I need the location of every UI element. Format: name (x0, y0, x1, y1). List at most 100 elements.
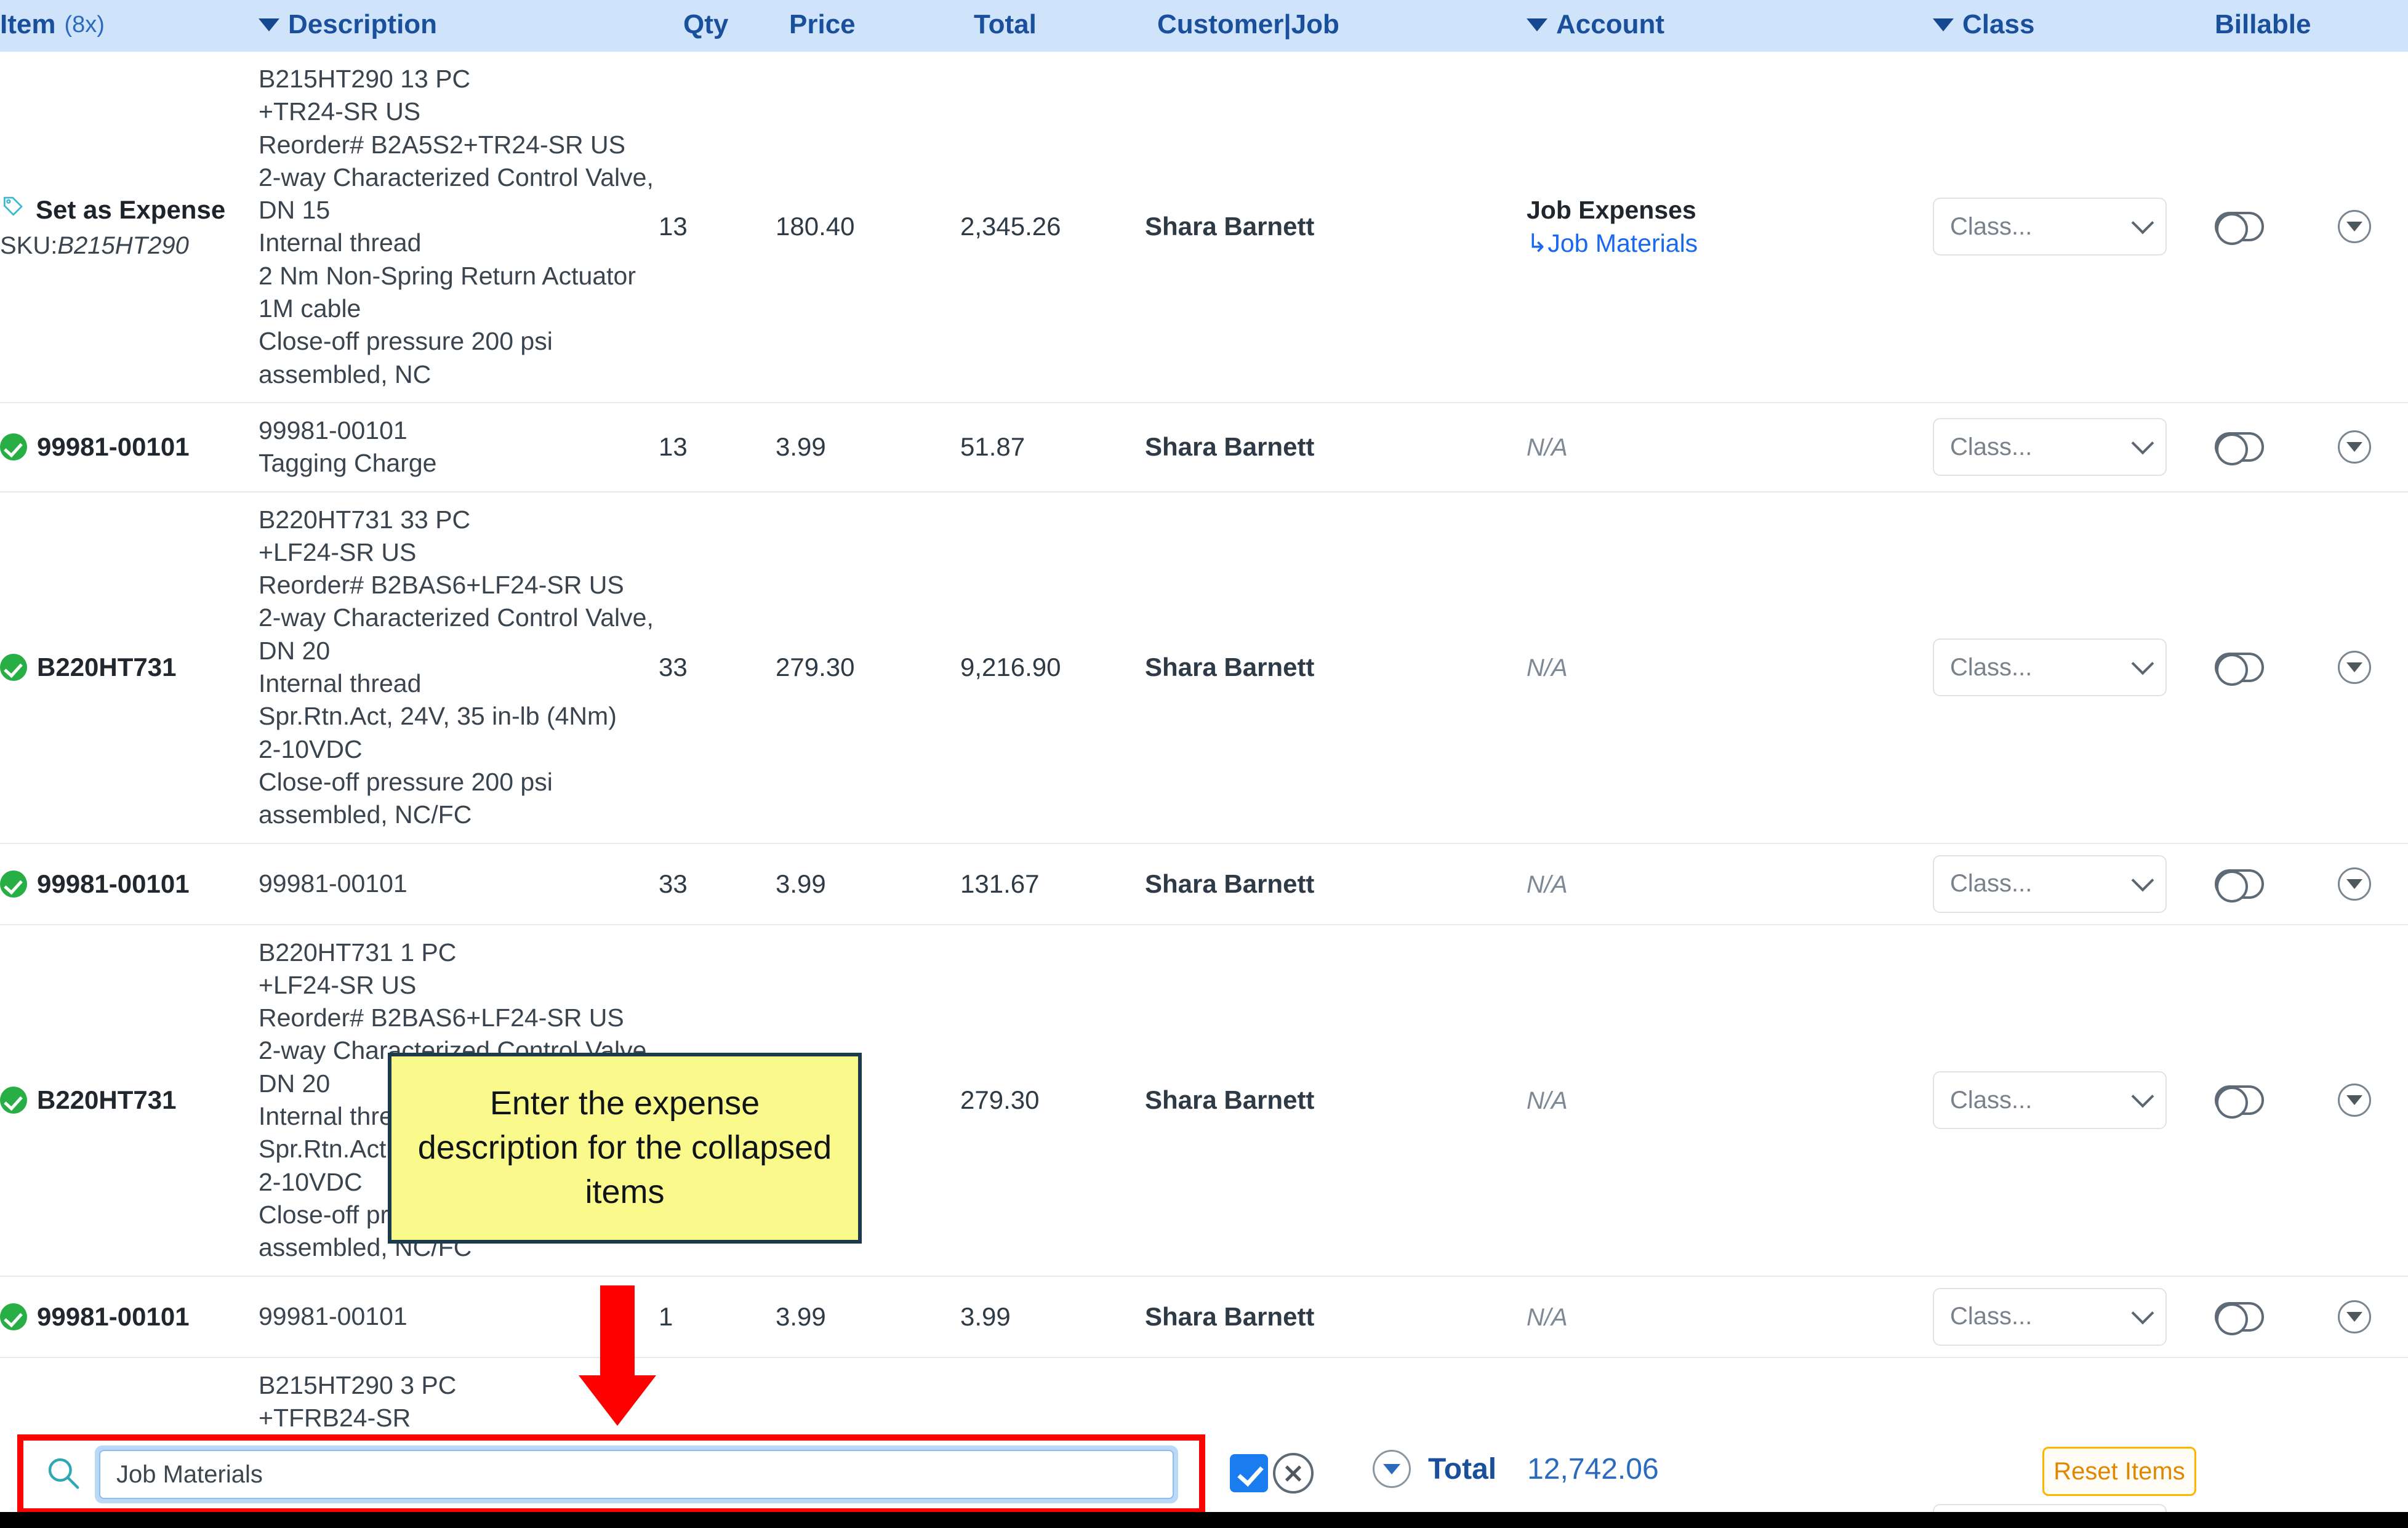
billable-toggle[interactable] (2215, 1085, 2264, 1119)
reset-items-label: Reset Items (2053, 1457, 2185, 1485)
cell-customer-job[interactable]: Shara Barnett (1145, 402, 1527, 493)
table-row[interactable]: 99981-00101 99981-00101 1 3.99 3.99 Shara Bar… (0, 1276, 2408, 1358)
chevron-down-icon-class[interactable] (1933, 18, 1954, 31)
billable-toggle[interactable] (2215, 1301, 2264, 1335)
column-header-description[interactable]: Description (259, 0, 659, 52)
cell-customer-job[interactable]: Shara Barnett (1145, 843, 1527, 925)
cell-price[interactable]: 279.30 (776, 491, 960, 844)
table-row[interactable]: Set as Expense SKU:B215HT290 B215HT290 13 … (0, 52, 2408, 403)
cell-description[interactable]: 99981-00101 (259, 843, 659, 925)
cell-class[interactable]: Class... (1933, 491, 2204, 844)
column-header-item[interactable]: Item (8x) (0, 0, 259, 52)
cell-billable[interactable] (2204, 924, 2408, 1277)
column-header-account[interactable]: Account (1527, 0, 1933, 52)
cell-item[interactable]: Set as Expense SKU:B215HT290 (0, 52, 259, 403)
row-actions-menu-icon[interactable] (2338, 1300, 2371, 1333)
cell-class[interactable]: Class... (1933, 402, 2204, 493)
cell-account[interactable]: N/A (1527, 1276, 1933, 1358)
cell-account[interactable]: Job Expenses ↳Job Materials (1527, 52, 1933, 403)
search-icon[interactable] (44, 1454, 82, 1495)
cell-total[interactable]: 51.87 (960, 402, 1145, 493)
cell-total[interactable]: 279.30 (960, 924, 1145, 1277)
cell-billable[interactable] (2204, 52, 2408, 403)
cell-price[interactable]: 180.40 (776, 52, 960, 403)
column-header-customer-job[interactable]: Customer|Job (1145, 0, 1527, 52)
class-placeholder: Class... (1950, 870, 2033, 898)
cell-billable[interactable] (2204, 1357, 2408, 1528)
price-value: 3.99 (776, 1301, 826, 1331)
table-row[interactable]: 99981-00101 99981-00101 Tagging Charge 13 3… (0, 402, 2408, 493)
row-actions-menu-icon[interactable] (2338, 1084, 2371, 1117)
class-dropdown[interactable]: Class... (1933, 198, 2167, 256)
cell-class[interactable]: Class... (1933, 843, 2204, 925)
cell-item[interactable]: 99981-00101 (0, 1276, 259, 1358)
cell-price[interactable]: 3.99 (776, 1276, 960, 1358)
cell-qty[interactable]: 13 (659, 52, 776, 403)
cell-total[interactable]: 2,345.26 (960, 52, 1145, 403)
cell-account[interactable]: N/A (1527, 491, 1933, 844)
cell-billable[interactable] (2204, 402, 2408, 493)
row-actions-menu-icon[interactable] (2338, 430, 2371, 464)
column-header-price[interactable]: Price (776, 0, 960, 52)
chevron-down-icon-account[interactable] (1527, 18, 1547, 31)
search-input[interactable]: Job Materials (99, 1450, 1174, 1499)
cell-qty[interactable]: 1 (659, 1276, 776, 1358)
total-expand-toggle[interactable] (1373, 1450, 1411, 1488)
cell-class[interactable]: Class... (1933, 924, 2204, 1277)
cell-qty[interactable]: 33 (659, 491, 776, 844)
cell-billable[interactable] (2204, 1276, 2408, 1358)
column-header-billable[interactable]: Billable (2204, 0, 2408, 52)
billable-toggle[interactable] (2215, 869, 2264, 903)
chevron-down-icon-description[interactable] (259, 18, 279, 31)
close-icon[interactable] (1273, 1453, 1314, 1494)
cell-item[interactable]: 99981-00101 (0, 402, 259, 493)
cell-customer-job[interactable]: Shara Barnett (1145, 1276, 1527, 1358)
cell-description[interactable]: B215HT290 13 PC +TR24-SR US Reorder# B2A… (259, 52, 659, 403)
class-dropdown[interactable]: Class... (1933, 638, 2167, 697)
cell-qty[interactable]: 13 (659, 402, 776, 493)
table-row[interactable]: B220HT731 B220HT731 1 PC +LF24-SR US Reor… (0, 924, 2408, 1277)
cell-customer-job[interactable]: Shara Barnett (1145, 491, 1527, 844)
cell-class[interactable]: Class... (1933, 52, 2204, 403)
billable-toggle[interactable] (2215, 212, 2264, 246)
column-header-qty[interactable]: Qty (659, 0, 776, 52)
cell-price[interactable]: 3.99 (776, 402, 960, 493)
class-dropdown[interactable]: Class... (1933, 1287, 2167, 1346)
reset-items-button[interactable]: Reset Items (2042, 1447, 2196, 1496)
table-row[interactable]: B220HT731 B220HT731 33 PC +LF24-SR US Reo… (0, 491, 2408, 844)
expense-description-search-highlight: Job Materials (17, 1434, 1205, 1514)
cell-account[interactable]: N/A (1527, 924, 1933, 1277)
row-actions-menu-icon[interactable] (2338, 210, 2371, 244)
confirm-checkbox[interactable] (1230, 1454, 1268, 1492)
column-header-class[interactable]: Class (1933, 0, 2204, 52)
row-actions-menu-icon[interactable] (2338, 867, 2371, 901)
cell-customer-job[interactable]: Shara Barnett (1145, 52, 1527, 403)
cell-class[interactable]: Class... (1933, 1276, 2204, 1358)
cell-description[interactable]: 99981-00101 Tagging Charge (259, 402, 659, 493)
row-actions-menu-icon[interactable] (2338, 651, 2371, 685)
cell-price[interactable]: 3.99 (776, 843, 960, 925)
cell-account[interactable]: N/A (1527, 843, 1933, 925)
cell-total[interactable]: 3.99 (960, 1276, 1145, 1358)
billable-toggle[interactable] (2215, 432, 2264, 466)
cell-account[interactable]: N/A (1527, 402, 1933, 493)
class-dropdown[interactable]: Class... (1933, 854, 2167, 913)
account-sub-link[interactable]: ↳Job Materials (1527, 228, 1933, 258)
cell-billable[interactable] (2204, 491, 2408, 844)
cell-billable[interactable] (2204, 843, 2408, 925)
class-dropdown[interactable]: Class... (1933, 1071, 2167, 1130)
cell-customer-job[interactable]: Shara Barnett (1145, 924, 1527, 1277)
table-row[interactable]: 99981-00101 99981-00101 33 3.99 131.67 Shara … (0, 843, 2408, 925)
cell-item[interactable]: B220HT731 (0, 924, 259, 1277)
billable-toggle[interactable] (2215, 653, 2264, 686)
cell-account[interactable]: N/A (1527, 1357, 1933, 1528)
cell-item[interactable]: 99981-00101 (0, 843, 259, 925)
cell-description[interactable]: B220HT731 33 PC +LF24-SR US Reorder# B2B… (259, 491, 659, 844)
cell-total[interactable]: 131.67 (960, 843, 1145, 925)
cell-total[interactable]: 9,216.90 (960, 491, 1145, 844)
class-dropdown[interactable]: Class... (1933, 418, 2167, 476)
cell-class[interactable]: Class... (1933, 1357, 2204, 1528)
cell-item[interactable]: B220HT731 (0, 491, 259, 844)
column-header-total[interactable]: Total (960, 0, 1145, 52)
cell-qty[interactable]: 33 (659, 843, 776, 925)
